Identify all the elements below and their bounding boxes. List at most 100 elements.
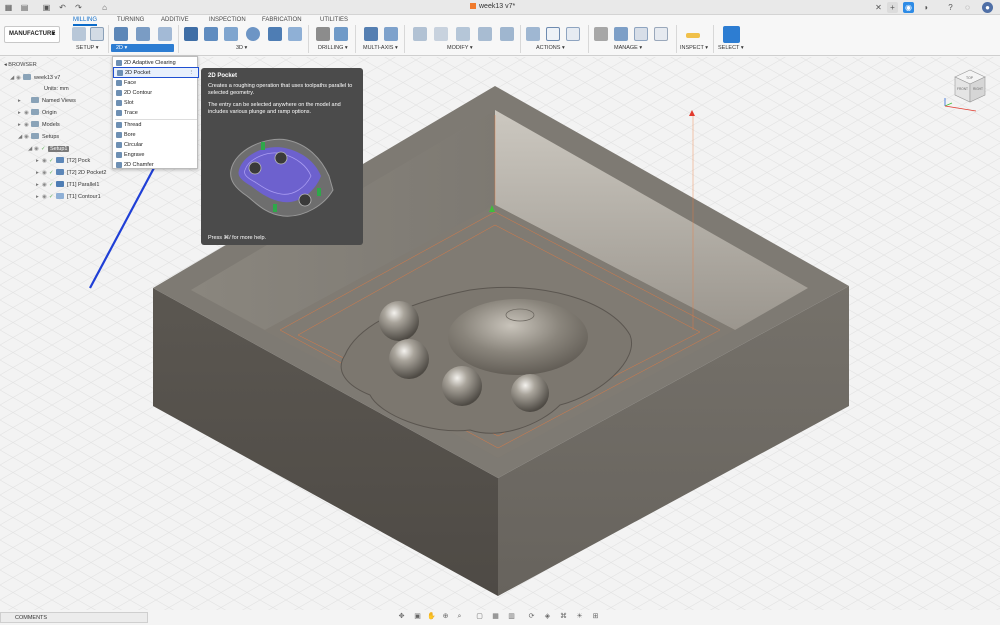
contour-icon[interactable] [288,27,302,41]
grid-settings-icon[interactable]: ▦ [491,612,500,621]
setup-group-label[interactable]: SETUP ▾ [76,45,99,51]
post-library-icon[interactable] [634,27,648,41]
menu-item-slot[interactable]: Slot [113,98,199,108]
inspect-group-label[interactable]: INSPECT ▾ [680,45,708,51]
simulate-icon[interactable] [526,27,540,41]
menu-item-2d-pocket[interactable]: 2D Pocket ⋮ [113,67,199,78]
modify-group-label[interactable]: MODIFY ▾ [447,45,473,51]
tree-op-4[interactable]: ▸ ◉ ✓ [T1] Contour1 [36,192,101,202]
menu-item-face[interactable]: Face [113,78,199,88]
post-process-icon[interactable] [546,27,560,41]
delete-toolpath-icon[interactable] [434,27,448,41]
more-options-icon[interactable]: ⋮ [189,68,195,78]
adaptive-clearing-icon[interactable] [114,27,128,41]
tree-op-2[interactable]: ▸ ◉ ✓ [T2] 2D Pocket2 [36,168,106,178]
tree-op-1[interactable]: ▸ ◉ ✓ [T2] Pock [36,156,90,166]
select-arrow-icon[interactable] [723,26,740,43]
user-avatar-icon[interactable]: ● [982,2,993,13]
tab-turning[interactable]: TURNING [117,17,144,23]
scallop-icon[interactable] [246,27,260,41]
menu-item-thread[interactable]: Thread [113,120,199,130]
tab-milling[interactable]: MILLING [73,17,98,26]
pocket-icon[interactable] [136,27,150,41]
menu-item-engrave[interactable]: Engrave [113,150,199,160]
visibility-icon[interactable]: ◉ [24,132,31,142]
zoom-icon[interactable]: ⊕ [441,612,450,621]
parallel-icon[interactable] [268,27,282,41]
visibility-icon[interactable]: ◉ [42,168,49,178]
visibility-icon[interactable]: ◉ [34,144,41,154]
tree-models[interactable]: ▸ ◉ Models [18,120,60,130]
tree-named-views[interactable]: ▸ Named Views [18,96,76,106]
expand-icon[interactable]: ▸ [18,96,24,106]
workspace-switcher[interactable]: MANUFACTURE ▾ [4,26,60,43]
menu-item-bore[interactable]: Bore [113,130,199,140]
protect-icon[interactable] [500,27,514,41]
visibility-icon[interactable]: ◉ [24,120,31,130]
tab-utilities[interactable]: UTILITIES [320,17,348,23]
tree-origin[interactable]: ▸ ◉ Origin [18,108,57,118]
fit-icon[interactable]: ⌕ [455,612,464,621]
task-manager-icon[interactable] [654,27,668,41]
3d-adaptive-icon[interactable] [184,27,198,41]
undo-icon[interactable]: ↶ [58,3,67,12]
save-icon[interactable]: ▣ [42,3,51,12]
pattern-icon[interactable] [413,27,427,41]
hole-recognition-icon[interactable] [334,27,348,41]
new-tab-icon[interactable]: + [887,2,898,13]
measure-icon[interactable] [686,33,700,38]
look-at-icon[interactable]: ▣ [413,612,422,621]
grid-menu-icon[interactable]: ▦ [4,3,13,12]
steep-shallow-icon[interactable] [224,27,238,41]
visibility-icon[interactable]: ◉ [24,108,31,118]
template-library-icon[interactable] [614,27,628,41]
extensions-icon[interactable]: ◉ [903,2,914,13]
menu-item-trace[interactable]: Trace [113,108,199,118]
drilling-group-label[interactable]: DRILLING ▾ [318,45,348,51]
visibility-icon[interactable]: ◉ [16,73,23,83]
display-settings-icon[interactable]: ▢ [475,612,484,621]
manage-group-label[interactable]: MANAGE ▾ [614,45,642,51]
viewports-icon[interactable]: ▥ [507,612,516,621]
move-toolpath-icon[interactable] [478,27,492,41]
tree-setup1[interactable]: ◢ ◉ ✓ Setup1 [28,144,70,154]
visibility-icon[interactable]: ◉ [42,180,49,190]
swarf-icon[interactable] [364,27,378,41]
job-status-icon[interactable]: ◑ [920,2,931,13]
tool-library-icon[interactable] [594,27,608,41]
home-icon[interactable]: ⌂ [100,3,109,12]
select-group-label[interactable]: SELECT ▾ [718,45,744,51]
edit-toolpath-icon[interactable] [456,27,470,41]
lighting-icon[interactable]: ☀ [575,612,584,621]
notification-icon[interactable]: ◌ [962,2,973,13]
setup-icon[interactable] [90,27,104,41]
close-tab-icon[interactable]: ✕ [874,3,883,12]
help-icon[interactable]: ? [945,2,956,13]
new-folder-icon[interactable] [72,27,86,41]
2d-group-label[interactable]: 2D ▾ [111,44,174,52]
orbit-icon[interactable]: ✥ [397,612,406,621]
machine-icon[interactable]: ⌘ [559,612,568,621]
measure-nav-icon[interactable]: ⊞ [591,612,600,621]
visibility-icon[interactable]: ◉ [42,156,49,166]
3d-pocket-icon[interactable] [204,27,218,41]
tab-additive[interactable]: ADDITIVE [161,17,189,23]
browser-header[interactable]: ◂ BROWSER [4,62,37,68]
comments-panel[interactable]: COMMENTS [0,612,148,623]
3d-group-label[interactable]: 3D ▾ [236,45,247,51]
tab-fabrication[interactable]: FABRICATION [262,17,302,23]
menu-item-circular[interactable]: Circular [113,140,199,150]
visibility-icon[interactable]: ◉ [42,192,49,202]
redo-icon[interactable]: ↷ [74,3,83,12]
drill-icon[interactable] [316,27,330,41]
tree-units[interactable]: Units: mm [44,84,69,94]
tree-op-3[interactable]: ▸ ◉ ✓ [T1] Parallel1 [36,180,99,190]
stock-icon[interactable]: ◈ [543,612,552,621]
actions-group-label[interactable]: ACTIONS ▾ [536,45,565,51]
multi-axis-contour-icon[interactable] [384,27,398,41]
pan-icon[interactable]: ✋ [427,612,436,621]
simulation-icon[interactable]: ⟳ [527,612,536,621]
setup-sheet-icon[interactable] [566,27,580,41]
multi-axis-group-label[interactable]: MULTI-AXIS ▾ [363,45,398,51]
menu-item-2d-chamfer[interactable]: 2D Chamfer [113,160,199,170]
